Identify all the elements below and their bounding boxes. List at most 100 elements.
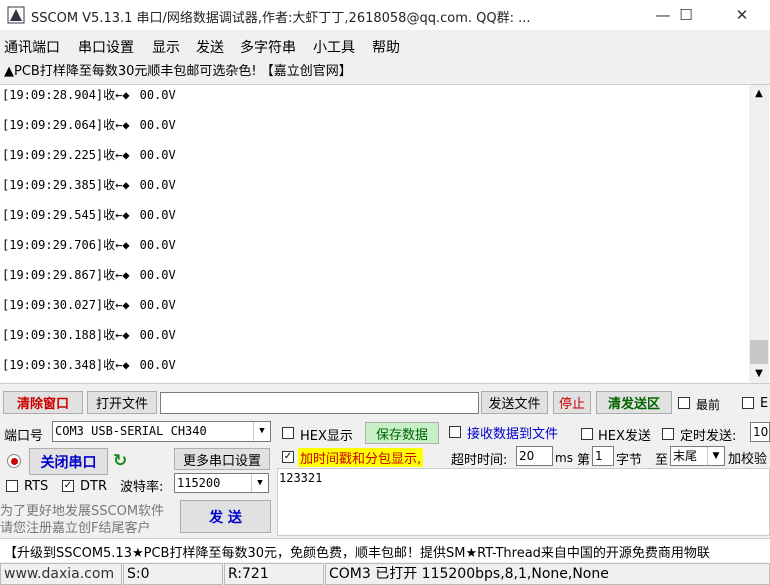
- topmost-label: 最前: [696, 398, 721, 412]
- save-data-button[interactable]: 保存数据: [365, 422, 439, 444]
- baud-select[interactable]: 115200 ▼: [174, 473, 269, 493]
- line-value: 00.0V: [139, 298, 176, 312]
- line-value: 00.0V: [139, 178, 176, 192]
- line-direction: 收←◆: [103, 358, 130, 372]
- status-site[interactable]: www.daxia.com: [0, 563, 122, 585]
- menu-send[interactable]: 发送: [196, 37, 224, 57]
- menu-display[interactable]: 显示: [152, 37, 180, 57]
- timeout-input[interactable]: 20: [516, 446, 553, 466]
- timed-send-label: 定时发送:: [680, 429, 737, 444]
- open-file-button[interactable]: 打开文件: [87, 391, 157, 414]
- receive-line: [19:09:30.188]收←◆ 00.0V: [2, 326, 176, 343]
- status-port-state: COM3 已打开 115200bps,8,1,None,None: [325, 563, 770, 585]
- line-timestamp: [19:09:29.225]: [2, 148, 104, 162]
- file-path-input[interactable]: [160, 392, 479, 414]
- port-value: COM3 USB-SERIAL CH340: [55, 424, 207, 438]
- line-direction: 收←◆: [103, 178, 130, 192]
- promo-line-2[interactable]: 请您注册嘉立创F结尾客户: [0, 517, 150, 536]
- timed-send-checkbox[interactable]: [662, 428, 674, 440]
- close-icon[interactable]: ✕: [719, 0, 765, 30]
- topmost-checkbox[interactable]: [678, 397, 690, 409]
- menu-comm-port[interactable]: 通讯端口: [4, 37, 60, 57]
- byte-label-b: 字节: [616, 453, 643, 468]
- dtr-checkbox[interactable]: ✓: [62, 480, 74, 492]
- chevron-down-icon[interactable]: ▼: [253, 422, 270, 441]
- clear-window-button[interactable]: 清除窗口: [3, 391, 83, 414]
- english-label: E: [760, 396, 769, 411]
- tail-value: 末尾: [673, 449, 698, 463]
- title-bar: SSCOM V5.13.1 串口/网络数据调试器,作者:大虾丁丁,2618058…: [0, 0, 770, 30]
- ad-banner[interactable]: ▲PCB打样降至每数30元顺丰包邮可选杂色! 【嘉立创官网】: [4, 60, 352, 79]
- stop-button[interactable]: 停止: [553, 391, 591, 414]
- timeout-label: 超时时间:: [451, 453, 508, 468]
- byte-input[interactable]: 1: [592, 446, 614, 466]
- line-timestamp: [19:09:29.545]: [2, 208, 104, 222]
- receive-scrollbar[interactable]: ▲ ▼: [749, 85, 769, 383]
- hex-send-label: HEX发送: [598, 429, 651, 444]
- receive-line: [19:09:28.904]收←◆ 00.0V: [2, 86, 176, 103]
- line-value: 00.0V: [139, 88, 176, 102]
- recv-to-file-checkbox[interactable]: [449, 426, 461, 438]
- line-value: 00.0V: [139, 148, 176, 162]
- port-status-icon: [7, 454, 21, 468]
- port-select[interactable]: COM3 USB-SERIAL CH340 ▼: [52, 421, 271, 442]
- send-content: 123321: [279, 471, 323, 485]
- line-value: 00.0V: [139, 238, 176, 252]
- timed-interval-input[interactable]: 100: [750, 422, 770, 442]
- menu-help[interactable]: 帮助: [372, 37, 400, 57]
- send-text-area[interactable]: 123321: [277, 468, 770, 536]
- scroll-down-icon[interactable]: ▼: [749, 365, 769, 383]
- receive-line: [19:09:29.867]收←◆ 00.0V: [2, 266, 176, 283]
- timestamp-checkbox[interactable]: ✓: [282, 451, 294, 463]
- receive-line: [19:09:29.064]收←◆ 00.0V: [2, 116, 176, 133]
- line-direction: 收←◆: [103, 238, 130, 252]
- timestamp-label: 加时间戳和分包显示,: [298, 448, 424, 467]
- menu-tools[interactable]: 小工具: [313, 37, 355, 57]
- status-received: R:721: [224, 563, 324, 585]
- more-settings-button[interactable]: 更多串口设置: [174, 448, 270, 470]
- scroll-up-icon[interactable]: ▲: [749, 85, 769, 103]
- line-timestamp: [19:09:29.064]: [2, 118, 104, 132]
- line-direction: 收←◆: [103, 88, 130, 102]
- hex-send-checkbox[interactable]: [581, 428, 593, 440]
- maximize-icon[interactable]: ☐: [663, 0, 709, 30]
- rts-checkbox[interactable]: [6, 480, 18, 492]
- menu-multi-string[interactable]: 多字符串: [240, 37, 296, 57]
- menu-serial-settings[interactable]: 串口设置: [78, 37, 134, 57]
- hex-display-checkbox[interactable]: [282, 427, 294, 439]
- receive-line: [19:09:29.706]收←◆ 00.0V: [2, 236, 176, 253]
- chevron-down-icon[interactable]: ▼: [707, 447, 724, 465]
- line-value: 00.0V: [139, 208, 176, 222]
- scroll-thumb[interactable]: [750, 340, 768, 364]
- english-checkbox[interactable]: [742, 397, 754, 409]
- line-timestamp: [19:09:30.348]: [2, 358, 104, 372]
- line-value: 00.0V: [139, 268, 176, 282]
- line-value: 00.0V: [139, 328, 176, 342]
- line-timestamp: [19:09:30.188]: [2, 328, 104, 342]
- menu-bar: 通讯端口 串口设置 显示 发送 多字符串 小工具 帮助: [0, 34, 770, 56]
- line-direction: 收←◆: [103, 298, 130, 312]
- chevron-down-icon[interactable]: ▼: [251, 474, 268, 492]
- close-port-button[interactable]: 关闭串口: [29, 448, 108, 475]
- hex-display-label: HEX显示: [300, 429, 353, 444]
- timeout-unit: ms: [555, 451, 573, 465]
- line-timestamp: [19:09:30.027]: [2, 298, 104, 312]
- checksum-label[interactable]: 加校验: [728, 448, 767, 467]
- receive-line: [19:09:29.225]收←◆ 00.0V: [2, 146, 176, 163]
- clear-send-button[interactable]: 清发送区: [596, 391, 672, 414]
- receive-line: [19:09:30.348]收←◆ 00.0V: [2, 356, 176, 373]
- baud-label: 波特率:: [120, 480, 164, 495]
- rts-label: RTS: [24, 479, 49, 494]
- refresh-icon[interactable]: ↻: [113, 451, 127, 471]
- send-file-button[interactable]: 发送文件: [481, 391, 548, 414]
- tail-select[interactable]: 末尾 ▼: [670, 446, 725, 466]
- line-direction: 收←◆: [103, 118, 130, 132]
- line-timestamp: [19:09:28.904]: [2, 88, 104, 102]
- ticker-banner[interactable]: 【升级到SSCOM5.13★PCB打样降至每数30元，免颜色费，顺丰包邮！提供S…: [0, 538, 770, 562]
- line-timestamp: [19:09:29.867]: [2, 268, 104, 282]
- receive-line: [19:09:29.545]收←◆ 00.0V: [2, 206, 176, 223]
- baud-value: 115200: [177, 476, 221, 490]
- line-direction: 收←◆: [103, 208, 130, 222]
- line-value: 00.0V: [139, 118, 176, 132]
- send-button[interactable]: 发 送: [180, 500, 271, 533]
